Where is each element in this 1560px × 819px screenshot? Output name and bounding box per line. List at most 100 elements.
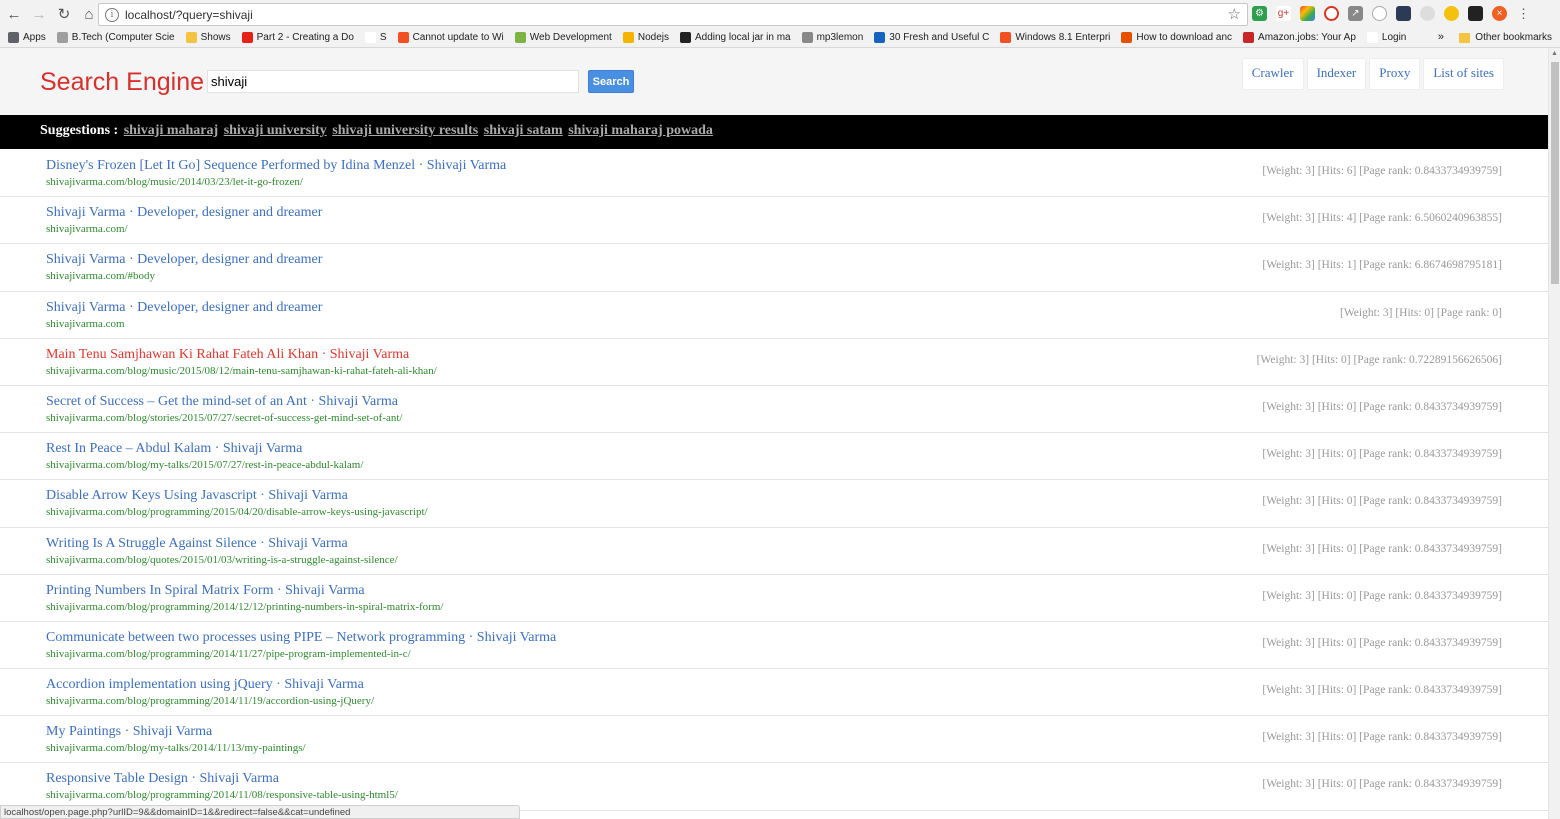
bookmark-label: Part 2 - Creating a Do xyxy=(256,32,354,43)
other-bookmarks-label: Other bookmarks xyxy=(1475,32,1552,43)
result-url: shivajivarma.com/ xyxy=(46,223,128,236)
result-row: Secret of Success – Get the mind-set of … xyxy=(0,386,1548,434)
result-row: Responsive Table Design · Shivaji Varma s… xyxy=(0,763,1548,811)
scrollbar-thumb[interactable] xyxy=(1551,62,1559,284)
scroll-up-arrow-icon[interactable]: ▲ xyxy=(1551,50,1558,57)
bookmark-label: How to download anc xyxy=(1136,32,1233,43)
bookmark-item[interactable]: Adding local jar in ma xyxy=(679,32,791,43)
result-title-link[interactable]: Communicate between two processes using … xyxy=(46,630,556,646)
opera-icon[interactable] xyxy=(1324,6,1339,21)
bookmark-item[interactable]: 30 Fresh and Useful C xyxy=(874,32,989,43)
bookmark-item[interactable]: S xyxy=(364,32,387,43)
extension-yellow-icon[interactable] xyxy=(1444,6,1459,21)
suggestion-link[interactable]: shivaji satam xyxy=(484,123,563,138)
bookmark-label: Web Development xyxy=(529,32,612,43)
bookmark-item[interactable]: Shows xyxy=(185,32,231,43)
bookmark-item[interactable]: Nodejs xyxy=(622,32,669,43)
bookmark-item[interactable]: How to download anc xyxy=(1121,32,1232,43)
site-logo[interactable]: Search Engine xyxy=(40,68,204,97)
nav-link-proxy[interactable]: Proxy xyxy=(1369,58,1421,90)
suggestions-bar: Suggestions : shivaji maharaj shivaji un… xyxy=(0,115,1548,149)
result-title-link[interactable]: Disney's Frozen [Let It Go] Sequence Per… xyxy=(46,158,506,174)
bookmark-item[interactable]: Part 2 - Creating a Do xyxy=(241,32,354,43)
bookmark-favicon-icon xyxy=(514,32,526,43)
result-url: shivajivarma.com xyxy=(46,317,125,330)
menu-kebab-icon[interactable]: ⋮ xyxy=(1516,6,1531,21)
scrollbar[interactable]: ▲ xyxy=(1548,48,1560,819)
result-url: shivajivarma.com/blog/programming/2015/0… xyxy=(46,506,428,519)
result-title-link[interactable]: Disable Arrow Keys Using Javascript · Sh… xyxy=(46,488,348,504)
home-icon[interactable]: ⌂ xyxy=(78,3,100,25)
result-title-link[interactable]: Responsive Table Design · Shivaji Varma xyxy=(46,771,279,787)
result-row: Shivaji Varma · Developer, designer and … xyxy=(0,197,1548,245)
bookmark-item[interactable]: Amazon.jobs: Your Ap xyxy=(1243,32,1356,43)
result-title-link[interactable]: Shivaji Varma · Developer, designer and … xyxy=(46,300,322,316)
result-url: shivajivarma.com/blog/my-talks/2015/07/2… xyxy=(46,459,364,472)
address-bar[interactable]: i localhost/?query=shivaji ☆ xyxy=(98,3,1248,26)
suggestion-link[interactable]: shivaji university results xyxy=(332,123,478,138)
extension-black-icon[interactable] xyxy=(1468,6,1483,21)
bookmarks-overflow-chevron[interactable]: » xyxy=(1438,31,1444,43)
extension-grey-icon[interactable] xyxy=(1420,6,1435,21)
result-title-link[interactable]: Rest In Peace – Abdul Kalam · Shivaji Va… xyxy=(46,441,302,457)
bookmark-favicon-icon xyxy=(241,32,253,43)
result-row: My Paintings · Shivaji Varma shivajivarma… xyxy=(0,716,1548,764)
result-title-link[interactable]: Secret of Success – Get the mind-set of … xyxy=(46,394,398,410)
extension-google-plus-icon[interactable]: g+ xyxy=(1276,6,1291,21)
bookmark-item[interactable]: Windows 8.1 Enterpri xyxy=(1000,32,1110,43)
bookmark-favicon-icon xyxy=(874,32,886,43)
extension-gear-icon[interactable]: ⚙ xyxy=(1252,6,1267,21)
bookmark-label: Windows 8.1 Enterpri xyxy=(1015,32,1111,43)
forward-arrow-icon[interactable]: → xyxy=(28,3,50,25)
reload-icon[interactable]: ↻ xyxy=(53,3,75,25)
result-stats: [Weight: 3] [Hits: 0] [Page rank: 0.8433… xyxy=(1262,731,1502,744)
suggestion-link[interactable]: shivaji maharaj xyxy=(124,123,219,138)
extension-chart-icon[interactable]: ↗ xyxy=(1348,6,1363,21)
bookmark-item[interactable]: Apps xyxy=(8,32,46,43)
nav-link-indexer[interactable]: Indexer xyxy=(1306,58,1367,90)
back-arrow-icon[interactable]: ← xyxy=(3,3,25,25)
result-row: Communicate between two processes using … xyxy=(0,622,1548,670)
nav-link-crawler[interactable]: Crawler xyxy=(1241,58,1304,90)
result-stats: [Weight: 3] [Hits: 0] [Page rank: 0] xyxy=(1340,306,1502,319)
result-title-link[interactable]: Shivaji Varma · Developer, designer and … xyxy=(46,205,322,221)
result-title-link[interactable]: Shivaji Varma · Developer, designer and … xyxy=(46,252,322,268)
result-title-link[interactable]: Accordion implementation using jQuery · … xyxy=(46,677,364,693)
info-icon[interactable]: i xyxy=(105,7,119,22)
suggestion-link[interactable]: shivaji maharaj powada xyxy=(568,123,713,138)
result-row: Accordion implementation using jQuery · … xyxy=(0,669,1548,717)
bookmark-label: mp3lemon xyxy=(816,32,864,43)
other-bookmarks[interactable]: Other bookmarks xyxy=(1459,32,1552,43)
extension-colorful-icon[interactable] xyxy=(1300,6,1315,21)
suggestion-link[interactable]: shivaji university xyxy=(224,123,327,138)
search-button[interactable]: Search xyxy=(588,70,634,93)
suggestions-label: Suggestions : xyxy=(40,123,119,138)
address-url[interactable]: localhost/?query=shivaji xyxy=(125,8,253,22)
bookmark-star-icon[interactable]: ☆ xyxy=(1228,5,1241,23)
extension-dark-icon[interactable] xyxy=(1396,6,1411,21)
nav-link-list-of-sites[interactable]: List of sites xyxy=(1423,58,1504,90)
result-stats: [Weight: 3] [Hits: 0] [Page rank: 0.8433… xyxy=(1262,400,1502,413)
result-stats: [Weight: 3] [Hits: 1] [Page rank: 6.8674… xyxy=(1262,259,1502,272)
site-header: Search Engine Search CrawlerIndexerProxy… xyxy=(0,48,1548,115)
bookmark-item[interactable]: Login xyxy=(1366,32,1406,43)
result-url: shivajivarma.com/blog/quotes/2015/01/03/… xyxy=(46,553,398,566)
result-title-link[interactable]: Writing Is A Struggle Against Silence · … xyxy=(46,536,348,552)
bookmark-item[interactable]: B.Tech (Computer Scie xyxy=(56,32,175,43)
result-title-link[interactable]: My Paintings · Shivaji Varma xyxy=(46,724,212,740)
browser-toolbar: ← → ↻ ⌂ i localhost/?query=shivaji ☆ ⚙ g… xyxy=(0,0,1560,28)
bookmark-item[interactable]: Cannot update to Wi xyxy=(397,32,504,43)
result-stats: [Weight: 3] [Hits: 4] [Page rank: 6.5060… xyxy=(1262,212,1502,225)
bookmark-label: S xyxy=(379,32,387,43)
extension-orange-icon[interactable]: × xyxy=(1492,6,1507,21)
result-row: Main Tenu Samjhawan Ki Rahat Fateh Ali K… xyxy=(0,339,1548,386)
bookmark-label: B.Tech (Computer Scie xyxy=(71,32,175,43)
apps-grid-icon xyxy=(8,32,19,43)
result-url: shivajivarma.com/blog/programming/2014/1… xyxy=(46,647,411,660)
bookmark-item[interactable]: mp3lemon xyxy=(801,32,864,43)
result-title-link[interactable]: Printing Numbers In Spiral Matrix Form ·… xyxy=(46,583,365,599)
search-input[interactable] xyxy=(207,70,579,93)
extension-circle-icon[interactable] xyxy=(1372,6,1387,21)
bookmark-item[interactable]: Web Development xyxy=(514,32,612,43)
result-title-link[interactable]: Main Tenu Samjhawan Ki Rahat Fateh Ali K… xyxy=(46,347,409,363)
